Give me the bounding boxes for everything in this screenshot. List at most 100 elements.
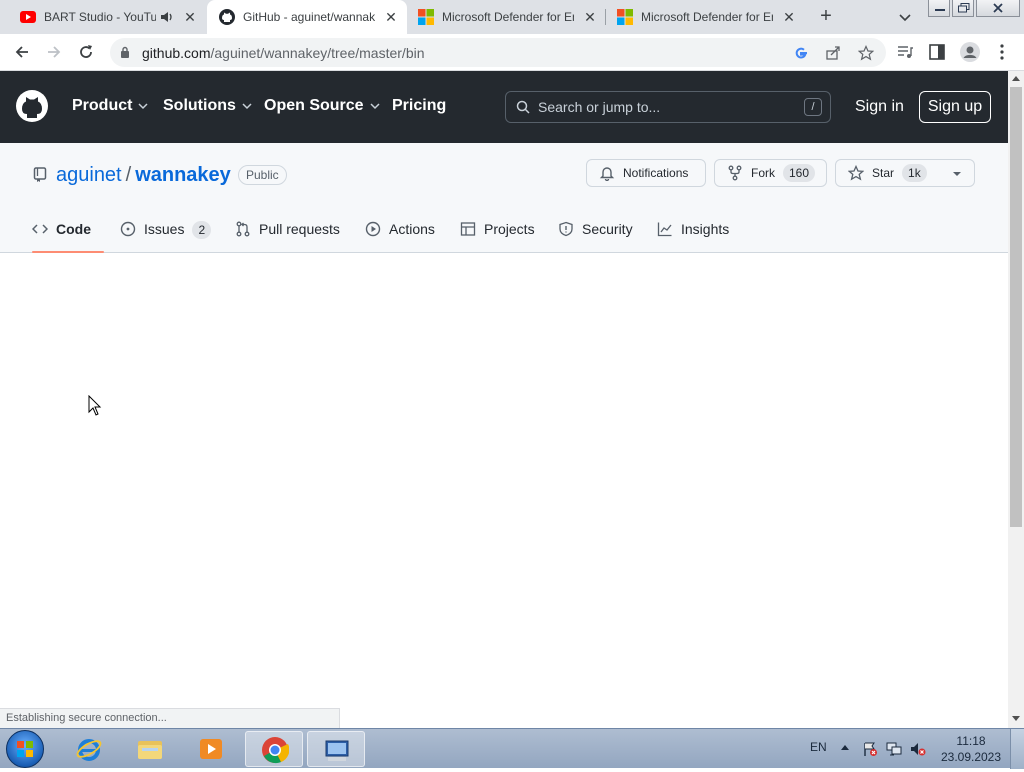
tab-code[interactable]: Code (32, 213, 104, 253)
play-circle-icon (365, 221, 381, 237)
taskbar-chrome[interactable] (245, 731, 303, 767)
repo-title: aguinet / wannakey (56, 164, 231, 187)
tab-insights[interactable]: Insights (657, 213, 729, 253)
taskbar-remote-desktop[interactable] (307, 731, 365, 767)
tab-pull-requests[interactable]: Pull requests (235, 213, 340, 253)
close-icon[interactable]: ✕ (182, 9, 198, 25)
youtube-icon (20, 11, 36, 23)
reload-icon[interactable] (76, 42, 96, 62)
tab-label: Projects (484, 221, 535, 237)
restore-button[interactable] (952, 0, 974, 17)
github-logo-icon[interactable] (16, 90, 48, 122)
visibility-badge: Public (238, 165, 287, 185)
star-button[interactable]: Star 1k (835, 159, 941, 187)
tab-title: BART Studio - YouTube (44, 10, 156, 24)
speaker-icon[interactable] (160, 10, 174, 24)
notifications-button[interactable]: Notifications (586, 159, 706, 187)
nav-pricing[interactable]: Pricing (392, 97, 446, 115)
scroll-down-arrow-icon[interactable] (1012, 716, 1020, 721)
taskbar-internet-explorer[interactable] (60, 731, 118, 767)
github-icon (219, 9, 235, 25)
code-icon (32, 224, 48, 234)
fork-button[interactable]: Fork 160 (714, 159, 827, 187)
minimize-button[interactable] (928, 0, 950, 17)
tab-issues[interactable]: Issues 2 (120, 213, 212, 253)
scroll-thumb[interactable] (1010, 87, 1022, 527)
nav-solutions[interactable]: Solutions (163, 97, 252, 115)
volume-muted-icon[interactable] (910, 741, 926, 757)
tab-security[interactable]: Security (558, 213, 633, 253)
media-controls-icon[interactable] (896, 43, 914, 61)
lock-icon[interactable] (120, 46, 130, 58)
page-scrollbar[interactable] (1008, 71, 1024, 728)
tab-title: Microsoft Defender for Endpoint (442, 10, 574, 24)
profile-avatar-icon[interactable] (960, 42, 980, 62)
table-icon (460, 222, 476, 236)
tab-label: Issues (144, 221, 185, 237)
repo-header: aguinet / wannakey Public Notifications Fo… (0, 143, 1008, 253)
search-input[interactable]: Search or jump to... / (505, 91, 831, 123)
search-icon (516, 100, 530, 114)
google-icon[interactable] (793, 45, 809, 61)
repo-owner-link[interactable]: aguinet (56, 164, 122, 186)
fork-count: 160 (783, 164, 816, 182)
nav-product[interactable]: Product (72, 97, 148, 115)
side-panel-icon[interactable] (928, 43, 946, 61)
chevron-down-icon (242, 103, 252, 110)
browser-toolbar: github.com/aguinet/wannakey/tree/master/… (0, 34, 1024, 71)
issues-count: 2 (192, 221, 212, 239)
tab-search-chevron-icon[interactable] (896, 8, 914, 26)
show-hidden-icons-icon[interactable] (841, 745, 849, 750)
close-icon[interactable]: ✕ (582, 9, 598, 25)
search-shortcut-key: / (804, 98, 822, 116)
tab-defender-1[interactable]: Microsoft Defender for Endpoint ✕ (408, 0, 606, 34)
star-lists-dropdown[interactable] (940, 159, 975, 187)
tab-projects[interactable]: Projects (460, 213, 535, 253)
tab-youtube[interactable]: BART Studio - YouTube ✕ (0, 0, 206, 34)
repo-path-separator: / (125, 164, 132, 186)
star-icon (848, 165, 864, 181)
sign-in-link[interactable]: Sign in (855, 98, 904, 116)
share-icon[interactable] (825, 45, 841, 61)
sign-up-button[interactable]: Sign up (919, 91, 991, 123)
tab-title: GitHub - aguinet/wannakey (243, 10, 375, 24)
close-window-button[interactable] (976, 0, 1020, 17)
windows-taskbar: EN 11:18 23.09.2023 (0, 728, 1024, 769)
clock-date: 23.09.2023 (940, 750, 1002, 764)
language-indicator[interactable]: EN (810, 740, 827, 754)
menu-kebab-icon[interactable] (994, 43, 1010, 61)
address-bar[interactable]: github.com/aguinet/wannakey/tree/master/… (110, 38, 886, 67)
taskbar-media-player[interactable] (182, 731, 240, 767)
url-host: github.com (142, 45, 211, 61)
forward-arrow-icon[interactable] (44, 42, 64, 62)
chevron-down-icon (370, 103, 380, 110)
file-explorer-icon (138, 741, 162, 759)
tab-title: Microsoft Defender for Endpoint (641, 10, 773, 24)
tab-github[interactable]: GitHub - aguinet/wannakey ✕ (207, 0, 407, 34)
tab-label: Security (582, 221, 633, 237)
start-button[interactable] (6, 730, 44, 768)
repo-name-link[interactable]: wannakey (135, 164, 231, 186)
back-arrow-icon[interactable] (12, 42, 32, 62)
github-header: Product Solutions Open Source Pricing Se… (0, 71, 1008, 143)
tab-defender-2[interactable]: Microsoft Defender for Endpoint ✕ (607, 0, 805, 34)
nav-open-source[interactable]: Open Source (264, 97, 380, 115)
scroll-up-arrow-icon[interactable] (1012, 76, 1020, 81)
graph-icon (657, 222, 672, 237)
action-center-flag-icon[interactable] (862, 741, 878, 757)
close-icon[interactable]: ✕ (383, 9, 399, 25)
internet-explorer-icon (76, 739, 102, 761)
microsoft-icon (617, 9, 633, 25)
tab-actions[interactable]: Actions (365, 213, 435, 253)
system-clock[interactable]: 11:18 23.09.2023 (940, 733, 1002, 765)
bookmark-star-icon[interactable] (858, 45, 874, 61)
new-tab-button[interactable]: + (816, 6, 836, 27)
tab-label: Insights (681, 221, 730, 237)
clock-time: 11:18 (956, 734, 986, 748)
bell-icon (599, 167, 615, 181)
close-icon[interactable]: ✕ (781, 9, 797, 25)
media-player-icon (200, 739, 222, 759)
taskbar-file-explorer[interactable] (121, 731, 179, 767)
network-icon[interactable] (886, 741, 902, 757)
show-desktop-button[interactable] (1010, 729, 1024, 769)
